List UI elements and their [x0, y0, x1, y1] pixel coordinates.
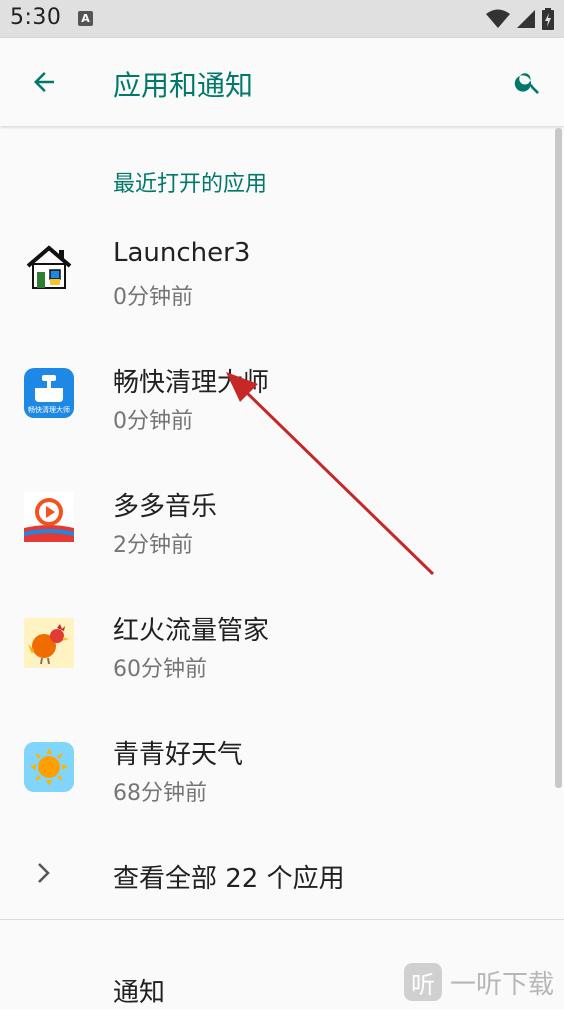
status-icons	[486, 8, 554, 30]
app-name: 畅快清理大师	[113, 368, 270, 398]
recent-app-item-music[interactable]: 多多音乐 2分钟前	[0, 452, 545, 562]
battery-icon	[542, 8, 554, 30]
app-last-opened: 60分钟前	[113, 657, 207, 682]
app-name: Launcher3	[113, 238, 251, 268]
app-last-opened: 2分钟前	[113, 533, 193, 558]
app-name: 红火流量管家	[113, 616, 270, 646]
app-bar: 应用和通知	[0, 38, 564, 126]
accessibility-notification-icon: A	[78, 11, 93, 26]
app-last-opened: 0分钟前	[113, 409, 193, 434]
recent-app-item-cleaner[interactable]: 畅快清理大师 畅快清理大师 0分钟前	[0, 328, 545, 438]
wifi-icon	[486, 9, 510, 28]
see-all-apps-label: 查看全部 22 个应用	[113, 864, 345, 894]
see-all-apps-item[interactable]: 查看全部 22 个应用	[0, 838, 545, 910]
divider	[0, 919, 564, 920]
page-title: 应用和通知	[113, 69, 254, 102]
watermark: 听 一听下载	[404, 960, 564, 1004]
signal-icon	[517, 10, 535, 28]
section-header-recent-apps: 最近打开的应用	[113, 172, 268, 197]
music-play-icon	[24, 492, 74, 542]
house-icon	[26, 245, 72, 289]
app-last-opened: 0分钟前	[113, 285, 193, 310]
sun-icon	[24, 742, 74, 792]
watermark-badge: 听	[404, 963, 442, 1001]
cleaner-icon-caption: 畅快清理大师	[28, 405, 70, 414]
chevron-right-icon	[38, 863, 50, 883]
rooster-icon	[24, 618, 74, 668]
scrollbar[interactable]	[555, 128, 562, 788]
recent-app-item-launcher3[interactable]: Launcher3 0分钟前	[0, 204, 545, 314]
watermark-text: 一听下载	[450, 969, 555, 1000]
app-last-opened: 68分钟前	[113, 781, 207, 806]
recent-app-item-data-manager[interactable]: 红火流量管家 60分钟前	[0, 576, 545, 686]
status-bar: 5:30 A	[0, 0, 564, 38]
back-arrow-icon	[34, 72, 54, 92]
notifications-item[interactable]: 通知	[113, 972, 165, 1009]
app-name: 青青好天气	[113, 740, 244, 770]
search-icon	[514, 73, 539, 94]
cleaner-icon: 畅快清理大师	[24, 368, 74, 418]
app-name: 多多音乐	[113, 492, 218, 522]
back-button[interactable]	[24, 62, 64, 102]
search-button[interactable]	[508, 62, 548, 102]
recent-app-item-weather[interactable]: 青青好天气 68分钟前	[0, 700, 545, 810]
status-time: 5:30	[10, 5, 62, 30]
